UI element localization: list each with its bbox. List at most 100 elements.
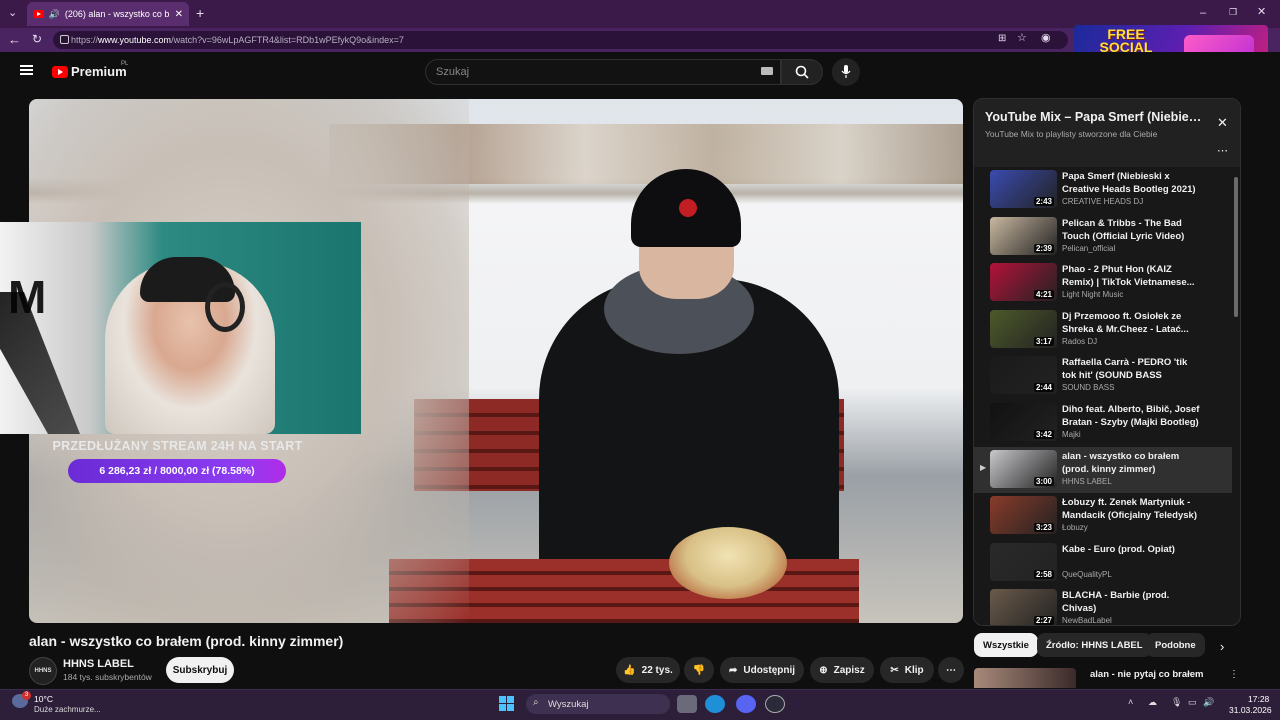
playlist-item[interactable]: 3:23 Łobuzy ft. Zenek Martyniuk - Mandaci… <box>974 493 1232 539</box>
tray-chevron-icon[interactable]: ˄ <box>1128 697 1133 707</box>
youtube-premium-label[interactable]: Premium <box>71 64 127 79</box>
keyboard-icon[interactable] <box>761 67 773 75</box>
youtube-favicon-icon <box>33 10 44 18</box>
streamer-webcam: M <box>0 222 361 434</box>
settings-gear-icon[interactable] <box>765 695 785 713</box>
playlist-panel: YouTube Mix – Papa Smerf (Niebiesk... Yo… <box>973 98 1241 626</box>
playlist-item-thumbnail[interactable]: 3:42 <box>990 403 1057 441</box>
site-info-icon[interactable] <box>60 35 69 44</box>
playlist-item-thumbnail[interactable]: 2:39 <box>990 216 1057 255</box>
edge-browser-icon[interactable] <box>705 695 725 713</box>
playlist-item-thumbnail[interactable]: 2:43 <box>990 170 1057 208</box>
playlist-subtitle: YouTube Mix to playlisty stworzone dla C… <box>985 129 1158 139</box>
playlist-item-title: Kabe - Euro (prod. Opiat) <box>1062 543 1175 555</box>
clock-time[interactable]: 17:28 <box>1248 694 1269 704</box>
playlist-item-thumbnail[interactable]: 2:58 <box>990 542 1057 581</box>
share-button[interactable]: ➦ Udostępnij <box>720 657 804 683</box>
search-input[interactable]: Szukaj <box>425 59 781 85</box>
chip-related[interactable]: Podobne <box>1146 633 1205 657</box>
playlist-item-thumbnail[interactable]: 3:00 <box>990 449 1057 488</box>
browser-tab[interactable]: 🔊 (206) alan - wszystko co brałe ✕ <box>27 2 189 26</box>
playlist-more-icon[interactable]: ⋯ <box>1217 144 1228 157</box>
voice-search-button[interactable] <box>832 58 860 86</box>
playlist-item-thumbnail[interactable]: 3:17 <box>990 309 1057 348</box>
bookmark-star-icon[interactable]: ☆ <box>1017 33 1027 44</box>
clip-button[interactable]: ✂ Klip <box>880 657 934 683</box>
playlist-item[interactable]: ▶ 3:00 alan - wszystko co brałem (prod. ki… <box>974 446 1232 493</box>
playlist-item[interactable]: 3:42 Diho feat. Alberto, Bibič, Josef Bra… <box>974 400 1232 446</box>
subscribe-button[interactable]: Subskrybuj <box>166 657 234 683</box>
minimize-icon[interactable]: – <box>1200 8 1206 19</box>
playlist-item[interactable]: 2:27 BLACHA - Barbie (prod. Chivas) NewBad… <box>974 586 1232 626</box>
playlist-item[interactable]: 4:21 Phao - 2 Phut Hon (KAIZ Remix) | Tik… <box>974 260 1232 306</box>
thumbs-down-icon: 👎 <box>692 664 706 676</box>
playlist-item-duration: 2:58 <box>1033 569 1054 579</box>
playlist-item-duration: 2:27 <box>1033 616 1054 626</box>
playlist-item[interactable]: 2:58 Kabe - Euro (prod. Opiat) QueQualityP… <box>974 540 1232 586</box>
close-playlist-icon[interactable]: ✕ <box>1217 115 1228 131</box>
search-button[interactable] <box>781 59 823 85</box>
next-video-thumbnail[interactable] <box>974 668 1076 688</box>
mic-tray-icon[interactable]: 🎙 <box>1171 697 1182 708</box>
cloud-icon[interactable]: ☁ <box>1148 697 1157 708</box>
share-label: Udostępnij <box>743 664 796 676</box>
youtube-logo-icon[interactable] <box>52 66 68 78</box>
playlist-item-duration: 3:42 <box>1033 430 1054 439</box>
back-icon[interactable]: ← <box>8 33 21 46</box>
extension-icon[interactable]: ◉ <box>1041 33 1051 44</box>
weather-desc: Duże zachmurze... <box>34 705 101 714</box>
playlist-item[interactable]: 2:44 Raffaella Carrà - PEDRO 'tik tok hit… <box>974 353 1232 399</box>
like-button[interactable]: 👍 22 tys. <box>616 657 680 683</box>
url-field[interactable]: https://www.youtube.com/watch?v=96wLpAGF… <box>53 31 1068 49</box>
playlist-item-thumbnail[interactable]: 2:44 <box>990 356 1057 395</box>
reload-icon[interactable]: ↻ <box>32 33 42 45</box>
playlist-scrollbar[interactable] <box>1234 177 1238 317</box>
chevron-right-icon[interactable]: › <box>1220 639 1224 654</box>
speaker-icon[interactable]: 🔊 <box>49 9 60 20</box>
playlist-item-duration: 4:21 <box>1033 290 1054 300</box>
playlist-item-thumbnail[interactable]: 3:23 <box>990 496 1057 535</box>
more-actions-button[interactable]: ⋯ <box>938 657 964 683</box>
chip-source[interactable]: Źródło: HHNS LABEL <box>1037 633 1152 657</box>
weather-temp[interactable]: 10°C <box>34 694 53 704</box>
tab-title: (206) alan - wszystko co brałe <box>64 9 170 19</box>
playlist-item-author: Light Night Music <box>1062 290 1124 300</box>
channel-name[interactable]: HHNS LABEL <box>63 658 134 670</box>
taskbar-search[interactable]: Wyszukaj <box>526 694 670 714</box>
discord-icon[interactable] <box>736 695 756 713</box>
hamburger-menu-icon[interactable] <box>20 65 33 75</box>
more-horizontal-icon: ⋯ <box>946 664 956 676</box>
playlist-item[interactable]: 3:17 Dj Przemooo ft. Osiołek ze Shreka & … <box>974 307 1232 353</box>
window-close-icon[interactable]: ✕ <box>1257 7 1266 18</box>
playlist-item-author: QueQualityPL <box>1062 569 1112 579</box>
task-view-icon[interactable] <box>677 695 697 713</box>
playlist-item[interactable]: 2:39 Pelican & Tribbs - The Bad Touch (Of… <box>974 214 1232 260</box>
playlist-item-thumbnail[interactable]: 2:27 <box>990 589 1057 626</box>
tab-close-icon[interactable]: ✕ <box>175 9 183 20</box>
chip-all[interactable]: Wszystkie <box>974 633 1038 657</box>
playlist-item-title: Dj Przemooo ft. Osiołek ze Shreka & Mr.C… <box>1062 310 1189 335</box>
volume-icon[interactable]: 🔊 <box>1203 697 1214 708</box>
windows-start-icon[interactable] <box>499 696 515 712</box>
clock-date[interactable]: 31.03.2026 <box>1229 705 1272 715</box>
playlist-item-duration: 2:43 <box>1033 197 1054 206</box>
apps-icon[interactable]: ⊞ <box>998 34 1006 44</box>
playlist-item-thumbnail[interactable]: 4:21 <box>990 263 1057 302</box>
channel-avatar[interactable]: HHNS <box>29 657 57 685</box>
restore-icon[interactable]: ❐ <box>1229 8 1237 17</box>
playlist-items: 2:43 Papa Smerf (Niebieski x Creative Hea… <box>974 167 1240 626</box>
tab-menu-icon[interactable]: ⌄ <box>8 8 17 19</box>
playlist-item-title: Łobuzy ft. Zenek Martyniuk - Mandacik (O… <box>1062 497 1197 522</box>
save-button[interactable]: ⊕ Zapisz <box>810 657 874 683</box>
playlist-item-author: SOUND BASS <box>1062 383 1115 393</box>
playlist-item[interactable]: 2:43 Papa Smerf (Niebieski x Creative Hea… <box>974 167 1232 213</box>
playlist-item-author: Majki <box>1062 430 1081 439</box>
playlist-item-title: Diho feat. Alberto, Bibič, Josef Bratan … <box>1062 404 1200 428</box>
next-video-more-icon[interactable]: ⋮ <box>1229 669 1239 680</box>
display-icon[interactable]: ▭ <box>1188 697 1197 708</box>
drum-icon <box>669 527 787 599</box>
new-tab-icon[interactable]: + <box>196 6 204 20</box>
playlist-title[interactable]: YouTube Mix – Papa Smerf (Niebiesk... <box>985 110 1207 124</box>
next-video-title[interactable]: alan - nie pytaj co brałem <box>1090 669 1204 680</box>
dislike-button[interactable]: 👎 <box>684 657 714 683</box>
